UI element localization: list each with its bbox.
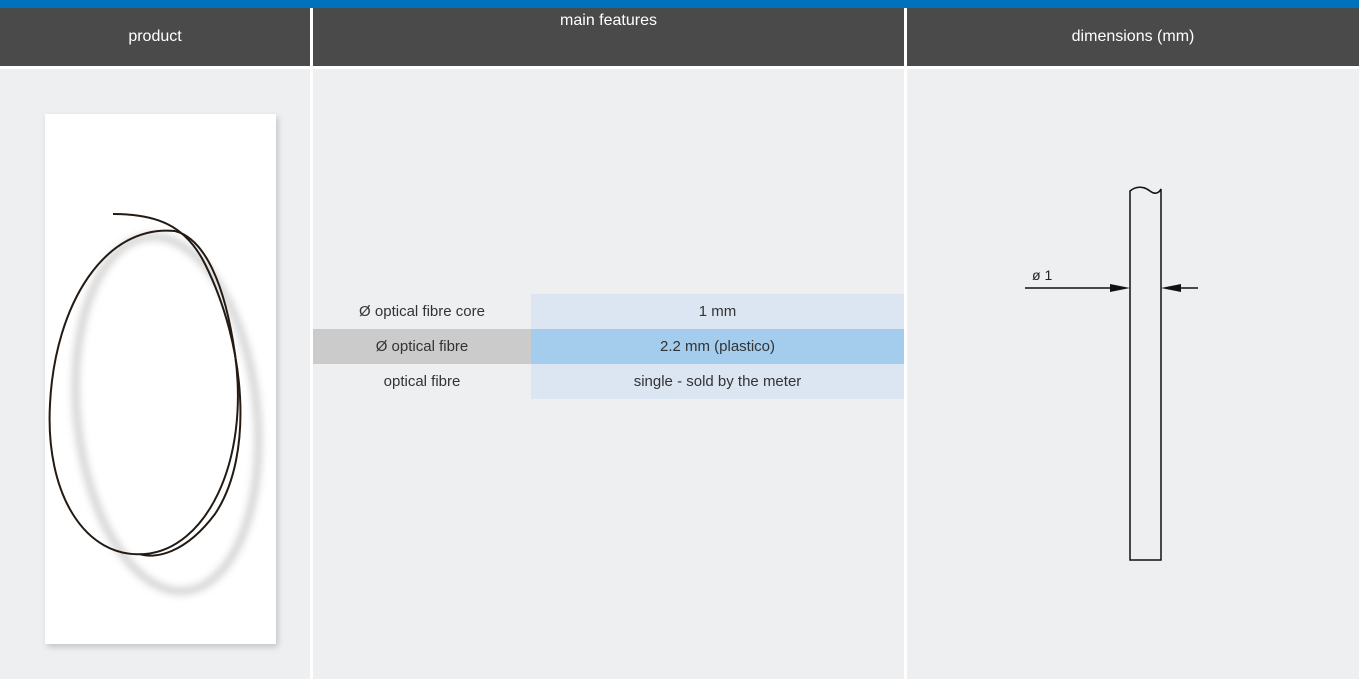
header-dimensions-label: dimensions (mm) (1071, 28, 1195, 45)
coiled-optical-fibre-icon (48, 213, 262, 595)
header-main-features-label: main features (560, 12, 657, 29)
header-product: product (0, 8, 310, 66)
header-main-features: main features (313, 8, 904, 66)
feature-value: 2.2 mm (plastico) (531, 329, 904, 364)
top-accent-bar (0, 0, 1359, 8)
diameter-label: ø 1 (1032, 267, 1052, 283)
feature-row: optical fibre single - sold by the meter (313, 364, 904, 399)
fibre-dimension-drawing: ø 1 (1025, 186, 1198, 561)
feature-value: single - sold by the meter (531, 364, 904, 399)
features-column: Ø optical fibre core 1 mm Ø optical fibr… (313, 69, 904, 679)
product-column (0, 69, 310, 679)
feature-label: Ø optical fibre (313, 329, 531, 364)
header-product-label: product (128, 28, 182, 45)
header-dimensions: dimensions (mm) (907, 8, 1359, 66)
feature-row: Ø optical fibre 2.2 mm (plastico) (313, 329, 904, 364)
dimensions-column: ø 1 (907, 69, 1359, 679)
product-photo (45, 114, 276, 644)
feature-row: Ø optical fibre core 1 mm (313, 294, 904, 329)
feature-label: optical fibre (383, 373, 461, 390)
features-table: Ø optical fibre core 1 mm Ø optical fibr… (313, 294, 904, 399)
feature-value: 1 mm (531, 294, 904, 329)
feature-label: Ø optical fibre core (359, 303, 485, 320)
